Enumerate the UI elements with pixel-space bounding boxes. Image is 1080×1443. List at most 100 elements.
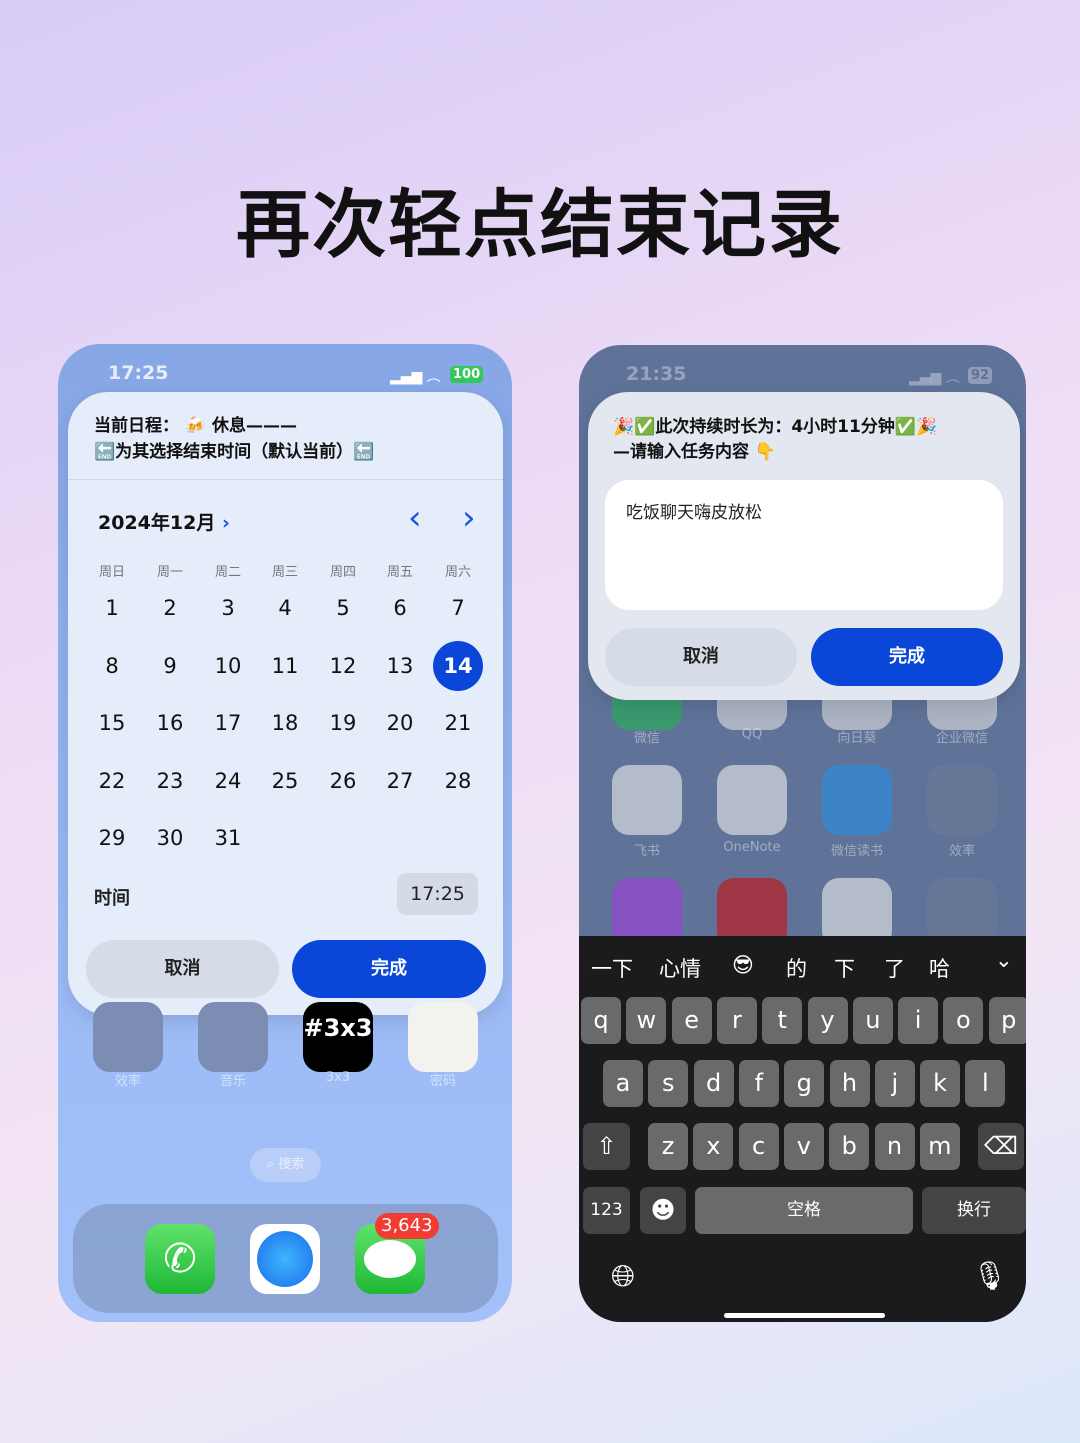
key-k[interactable]: k: [920, 1060, 961, 1107]
key-z[interactable]: z: [648, 1123, 688, 1170]
calendar-day[interactable]: 26: [318, 756, 368, 806]
key-m[interactable]: m: [919, 1123, 960, 1170]
key-c[interactable]: c: [738, 1123, 779, 1170]
search-pill[interactable]: ⌕ 搜索: [250, 1148, 321, 1182]
wechat-read-icon[interactable]: [822, 765, 892, 835]
cancel-button[interactable]: 取消: [86, 940, 279, 998]
key-b[interactable]: b: [829, 1123, 870, 1170]
calendar-day[interactable]: 3: [203, 583, 253, 633]
calendar-day[interactable]: 20: [375, 698, 425, 748]
calendar-day[interactable]: 17: [203, 698, 253, 748]
calendar-day[interactable]: 15: [87, 698, 137, 748]
collapse-chevron-icon[interactable]: ⌄: [995, 948, 1013, 972]
calendar-day[interactable]: 19: [318, 698, 368, 748]
delete-key[interactable]: ⌫: [978, 1123, 1024, 1170]
end-time-dialog: 当前日程： 🍻 休息——— 🔚为其选择结束时间（默认当前）🔚 2024年12月 …: [68, 392, 503, 1015]
feishu-icon[interactable]: [612, 765, 682, 835]
key-v[interactable]: v: [783, 1123, 824, 1170]
key-q[interactable]: q: [581, 997, 621, 1044]
prev-month-button[interactable]: ‹: [408, 498, 422, 538]
key-d[interactable]: d: [693, 1060, 734, 1107]
key-g[interactable]: g: [784, 1060, 825, 1107]
key-h[interactable]: h: [829, 1060, 870, 1107]
3x3-app-icon[interactable]: #3x3: [303, 1002, 373, 1072]
key-s[interactable]: s: [648, 1060, 689, 1107]
space-key[interactable]: 空格: [695, 1187, 913, 1234]
key-e[interactable]: e: [671, 997, 712, 1044]
done-button[interactable]: 完成: [811, 628, 1003, 686]
calendar-day[interactable]: 28: [433, 756, 483, 806]
key-u[interactable]: u: [852, 997, 893, 1044]
status-time: 17:25: [108, 362, 169, 384]
key-i[interactable]: i: [898, 997, 939, 1044]
calendar-day[interactable]: 18: [260, 698, 310, 748]
suggestion-item[interactable]: 😎: [732, 953, 754, 977]
calendar-day[interactable]: 8: [87, 641, 137, 691]
key-r[interactable]: r: [716, 997, 757, 1044]
app-label: 密码: [429, 1074, 456, 1089]
key-w[interactable]: w: [626, 997, 667, 1044]
calendar-day[interactable]: 9: [145, 641, 195, 691]
done-button[interactable]: 完成: [292, 940, 486, 998]
numbers-key[interactable]: 123: [583, 1187, 630, 1234]
key-f[interactable]: f: [738, 1060, 779, 1107]
calendar-day[interactable]: 2: [145, 583, 195, 633]
month-selector[interactable]: 2024年12月 ›: [98, 508, 230, 535]
suggestion-item[interactable]: 一下: [591, 953, 633, 983]
key-j[interactable]: j: [874, 1060, 915, 1107]
calendar-day[interactable]: 24: [203, 756, 253, 806]
calendar-day[interactable]: 27: [375, 756, 425, 806]
calendar-day-selected[interactable]: 14: [433, 641, 483, 691]
globe-icon[interactable]: 🌐︎: [611, 1259, 635, 1294]
efficiency-folder-icon[interactable]: [927, 765, 997, 835]
calendar-day[interactable]: 13: [375, 641, 425, 691]
music-folder-icon[interactable]: [198, 1002, 268, 1072]
calendar-day[interactable]: 29: [87, 813, 137, 863]
key-x[interactable]: x: [693, 1123, 734, 1170]
calendar-day[interactable]: 22: [87, 756, 137, 806]
calendar-day[interactable]: 12: [318, 641, 368, 691]
suggestion-item[interactable]: 心情: [659, 953, 701, 983]
key-p[interactable]: p: [988, 997, 1026, 1044]
key-n[interactable]: n: [874, 1123, 915, 1170]
emoji-key[interactable]: ☻: [640, 1187, 686, 1234]
key-l[interactable]: l: [965, 1060, 1006, 1107]
calendar-day[interactable]: 25: [260, 756, 310, 806]
suggestion-item[interactable]: 哈: [929, 953, 950, 983]
calendar-day[interactable]: 10: [203, 641, 253, 691]
weekday-label: 周一: [156, 565, 183, 580]
key-o[interactable]: o: [943, 997, 984, 1044]
suggestion-item[interactable]: 下: [834, 953, 855, 983]
key-a[interactable]: a: [603, 1060, 643, 1107]
time-picker[interactable]: 17:25: [397, 873, 478, 915]
next-month-button[interactable]: ›: [462, 498, 476, 538]
phone-icon[interactable]: ✆: [145, 1224, 215, 1294]
calendar-day[interactable]: 6: [375, 583, 425, 633]
return-key[interactable]: 换行: [922, 1187, 1026, 1234]
key-t[interactable]: t: [762, 997, 803, 1044]
calendar-day[interactable]: 1: [87, 583, 137, 633]
calendar-day[interactable]: 11: [260, 641, 310, 691]
suggestion-item[interactable]: 的: [786, 953, 807, 983]
efficiency-folder-icon[interactable]: [93, 1002, 163, 1072]
calendar-day[interactable]: 21: [433, 698, 483, 748]
passwords-app-icon[interactable]: [408, 1002, 478, 1072]
suggestion-item[interactable]: 了: [884, 953, 905, 983]
microphone-icon[interactable]: 🎙︎: [972, 1259, 1008, 1292]
onenote-icon[interactable]: [717, 765, 787, 835]
calendar-day[interactable]: 4: [260, 583, 310, 633]
calendar-day[interactable]: 30: [145, 813, 195, 863]
weekday-label: 周二: [214, 565, 241, 580]
dialog-header-line2: 🔚为其选择结束时间（默认当前）🔚: [94, 442, 375, 462]
chevron-right-icon: ›: [221, 512, 230, 534]
cancel-button[interactable]: 取消: [605, 628, 797, 686]
calendar-day[interactable]: 5: [318, 583, 368, 633]
calendar-day[interactable]: 31: [203, 813, 253, 863]
shift-key[interactable]: ⇧: [583, 1123, 630, 1170]
calendar-day[interactable]: 23: [145, 756, 195, 806]
calendar-day[interactable]: 16: [145, 698, 195, 748]
key-y[interactable]: y: [807, 997, 848, 1044]
calendar-day[interactable]: 7: [433, 583, 483, 633]
safari-icon[interactable]: [250, 1224, 320, 1294]
task-content-input[interactable]: 吃饭聊天嗨皮放松: [605, 480, 1003, 610]
